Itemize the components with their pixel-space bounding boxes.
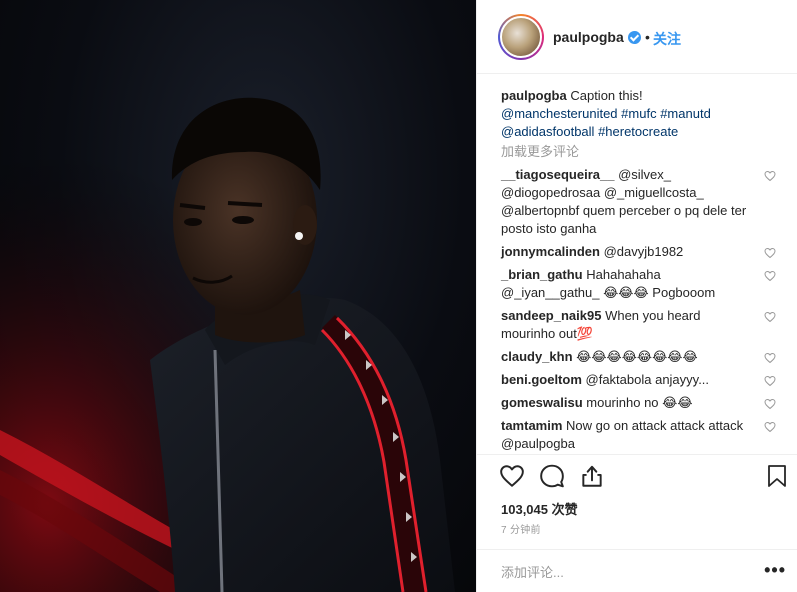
- comment-like-heart-icon[interactable]: [764, 398, 776, 410]
- comment-item: __tiagosequeira__ @silvex_ @diogopedrosa…: [501, 166, 776, 238]
- caption-tag[interactable]: #mufc: [621, 106, 656, 121]
- load-more-comments[interactable]: 加载更多评论: [501, 143, 774, 161]
- comment-text: 😂😂😂😂😂😂😂😂: [576, 349, 698, 364]
- comment-username[interactable]: gomeswalisu: [501, 395, 583, 410]
- add-comment-input[interactable]: [501, 560, 741, 584]
- comment-like-heart-icon[interactable]: [764, 311, 776, 323]
- share-icon[interactable]: [579, 463, 605, 489]
- caption-tag[interactable]: #manutd: [660, 106, 711, 121]
- comment-username[interactable]: _brian_gathu: [501, 267, 583, 282]
- comment-like-heart-icon[interactable]: [764, 375, 776, 387]
- comment-username[interactable]: __tiagosequeira__: [501, 167, 614, 182]
- comment-like-heart-icon[interactable]: [764, 421, 776, 433]
- bookmark-icon[interactable]: [765, 463, 789, 489]
- caption: paulpogba Caption this! @manchesterunite…: [501, 87, 774, 141]
- more-options-button[interactable]: •••: [764, 560, 786, 581]
- comment-username[interactable]: jonnymcalinden: [501, 244, 600, 259]
- caption-text: Caption this!: [570, 88, 643, 103]
- comment-item: jonnymcalinden @davyjb1982: [501, 243, 776, 261]
- header-username[interactable]: paulpogba: [553, 29, 624, 45]
- caption-username[interactable]: paulpogba: [501, 88, 567, 103]
- avatar-image: [500, 16, 542, 58]
- post-time: 7 分钟前: [501, 525, 541, 536]
- avatar[interactable]: [498, 14, 544, 60]
- comments-section[interactable]: paulpogba Caption this! @manchesterunite…: [477, 74, 797, 454]
- caption-tag[interactable]: @adidasfootball: [501, 124, 594, 139]
- comment-username[interactable]: tamtamim: [501, 418, 562, 433]
- comment-username[interactable]: claudy_khn: [501, 349, 573, 364]
- comment-icon[interactable]: [539, 463, 565, 489]
- likes-count[interactable]: 103,045 次赞: [501, 499, 578, 518]
- comment-item: tamtamim Now go on attack attack attack …: [501, 417, 776, 453]
- follow-button[interactable]: 关注: [653, 29, 681, 49]
- comment-text: @davyjb1982: [603, 244, 684, 259]
- heart-icon[interactable]: [499, 463, 525, 489]
- comment-like-heart-icon[interactable]: [764, 170, 776, 182]
- comment-item: claudy_khn 😂😂😂😂😂😂😂😂: [501, 348, 776, 366]
- verified-icon: [628, 31, 641, 44]
- add-comment-bar: •••: [477, 549, 797, 592]
- caption-tag[interactable]: #heretocreate: [598, 124, 678, 139]
- photo-illustration: [0, 0, 476, 592]
- action-icons: [497, 463, 787, 493]
- comment-list: __tiagosequeira__ @silvex_ @diogopedrosa…: [501, 166, 776, 454]
- comment-username[interactable]: beni.goeltom: [501, 372, 582, 387]
- comment-item: beni.goeltom @faktabola anjayyy...: [501, 371, 776, 389]
- post-panel: paulpogba • 关注 paulpogba Caption this! @…: [476, 0, 797, 592]
- comment-username[interactable]: sandeep_naik95: [501, 308, 601, 323]
- comment-item: _brian_gathu Hahahahaha @_iyan__gathu_ 😂…: [501, 266, 776, 302]
- action-bar: 103,045 次赞 7 分钟前 •••: [477, 454, 797, 592]
- comment-like-heart-icon[interactable]: [764, 270, 776, 282]
- comment-text: @faktabola anjayyy...: [585, 372, 710, 387]
- comment-item: sandeep_naik95 When you heard mourinho o…: [501, 307, 776, 343]
- separator-dot: •: [645, 29, 650, 45]
- caption-tag[interactable]: @manchesterunited: [501, 106, 618, 121]
- post-photo[interactable]: [0, 0, 476, 592]
- comment-like-heart-icon[interactable]: [764, 352, 776, 364]
- comment-text: mourinho no 😂😂: [586, 395, 693, 410]
- comment-item: gomeswalisu mourinho no 😂😂: [501, 394, 776, 412]
- post-header: paulpogba • 关注: [477, 0, 797, 74]
- comment-like-heart-icon[interactable]: [764, 247, 776, 259]
